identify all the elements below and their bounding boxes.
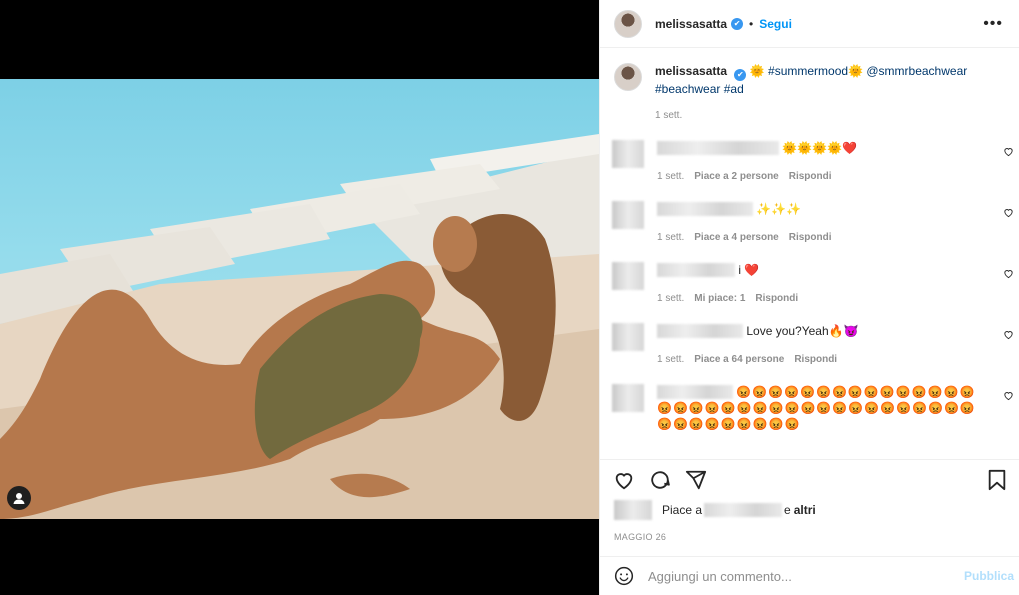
action-bar [600,459,1019,499]
comment-likes[interactable]: Piace a 4 persone [694,232,779,243]
comment-composer: Pubblica [600,556,1019,595]
mention-link[interactable]: @smmrbeachwear [866,64,967,78]
blurred-username [657,263,735,277]
header-separator: • [749,16,754,31]
photo-illustration [0,134,599,519]
caption-emoji: 🌞 [848,64,864,78]
comment-likes[interactable]: Piace a 2 persone [694,171,779,182]
share-icon[interactable] [685,469,707,491]
likes-summary: Piace a e altri [614,500,816,520]
hashtag-link[interactable]: #beachwear [655,82,720,96]
post-photo[interactable] [0,79,599,519]
hashtag-link[interactable]: #ad [724,82,744,96]
blurred-username [657,141,779,155]
comment-input[interactable] [648,568,964,584]
list-item: ✨✨✨ 1 sett. Piace a 4 persone Rispondi [600,201,1019,246]
heart-icon[interactable] [1003,329,1014,340]
heart-icon[interactable] [1003,268,1014,279]
comment-time[interactable]: 1 sett. [657,293,684,304]
comment-likes[interactable]: Mi piace: 1 [694,293,745,304]
verified-icon: ✔ [731,17,744,30]
caption-emoji: 🌞 [749,64,765,78]
reply-button[interactable]: Rispondi [755,293,798,304]
emoji-icon[interactable] [614,566,634,586]
comment-text-prefix: i [738,263,742,277]
comment-time[interactable]: 1 sett. [657,354,684,365]
heart-icon[interactable] [1003,146,1014,157]
list-item: i ❤️ 1 sett. Mi piace: 1 Rispondi [600,262,1019,307]
caption-username[interactable]: melissasatta [655,64,727,78]
reply-button[interactable]: Rispondi [794,354,837,365]
reply-button[interactable]: Rispondi [789,232,832,243]
comment-likes[interactable]: Piace a 64 persone [694,354,784,365]
heart-icon[interactable] [1003,207,1014,218]
blurred-username [704,503,783,517]
avatar[interactable] [612,262,644,290]
blurred-username [657,202,753,216]
header-username[interactable]: melissasatta [655,17,727,31]
list-item: 😡😡😡😡😡😡😡😡😡😡😡😡😡😡😡😡😡😡😡😡😡😡😡😡😡😡😡😡😡😡😡😡😡😡😡😡😡😡😡😡… [600,384,1019,432]
comment-text: ❤️ [744,263,760,277]
avatar[interactable] [612,140,644,168]
post-header: melissasatta ✔ • Segui ••• [600,0,1019,48]
avatar[interactable] [612,323,644,351]
avatar[interactable] [614,500,652,520]
heart-icon[interactable] [1003,390,1014,401]
publish-button[interactable]: Pubblica [964,569,1014,583]
avatar[interactable] [612,201,644,229]
caption-time[interactable]: 1 sett. [655,108,967,124]
list-item: 🌞🌞🌞🌞❤️ 1 sett. Piace a 2 persone Rispondi [600,140,1019,185]
likes-others-link[interactable]: altri [794,503,816,517]
likes-prefix: Piace a [662,503,703,517]
avatar[interactable] [614,9,642,38]
more-icon[interactable]: ••• [983,15,1003,33]
hashtag-link[interactable]: #summermood [768,64,848,78]
follow-button[interactable]: Segui [759,17,792,31]
bookmark-icon[interactable] [987,469,1007,491]
avatar[interactable] [612,384,644,412]
heart-icon[interactable] [613,469,635,491]
comments-list[interactable]: melissasatta ✔ 🌞 #summermood🌞 @smmrbeach… [600,49,1019,459]
list-item: Love you?Yeah🔥😈 1 sett. Piace a 64 person… [600,323,1019,368]
likes-suffix: e [784,503,791,517]
reply-button[interactable]: Rispondi [789,171,832,182]
comment-text: Love you?Yeah🔥😈 [746,324,859,338]
post-date[interactable]: MAGGIO 26 [614,532,666,542]
blurred-username [657,324,743,338]
comment-time[interactable]: 1 sett. [657,232,684,243]
blurred-username [657,385,733,399]
post-caption: melissasatta ✔ 🌞 #summermood🌞 @smmrbeach… [600,49,1019,124]
caption-avatar[interactable] [614,63,642,91]
tag-user-icon[interactable] [7,486,31,510]
post-sidebar: melissasatta ✔ • Segui ••• melissasatta … [599,0,1019,595]
comment-text: 🌞🌞🌞🌞❤️ [782,141,858,155]
verified-icon: ✔ [734,69,747,81]
comment-time[interactable]: 1 sett. [657,171,684,182]
photo-pane [0,0,599,595]
comment-text: ✨✨✨ [756,202,802,216]
comment-icon[interactable] [649,469,671,491]
